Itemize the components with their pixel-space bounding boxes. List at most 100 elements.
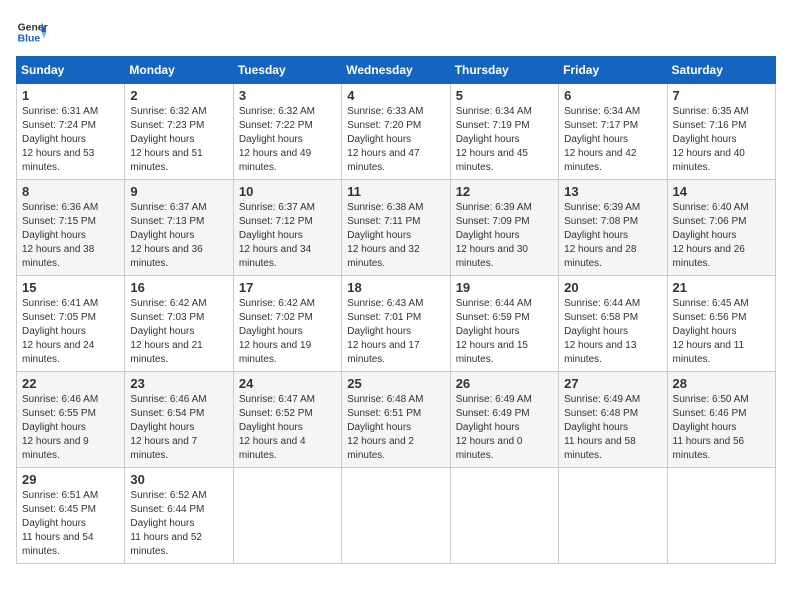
calendar-cell: 11 Sunrise: 6:38 AM Sunset: 7:11 PM Dayl… (342, 180, 450, 276)
calendar-cell: 2 Sunrise: 6:32 AM Sunset: 7:23 PM Dayli… (125, 84, 233, 180)
day-number: 28 (673, 376, 770, 391)
calendar-cell (342, 468, 450, 564)
day-info: Sunrise: 6:45 AM Sunset: 6:56 PM Dayligh… (673, 297, 770, 367)
day-info: Sunrise: 6:37 AM Sunset: 7:12 PM Dayligh… (239, 201, 336, 271)
day-info: Sunrise: 6:49 AM Sunset: 6:49 PM Dayligh… (456, 393, 553, 463)
calendar-cell (233, 468, 341, 564)
day-info: Sunrise: 6:43 AM Sunset: 7:01 PM Dayligh… (347, 297, 444, 367)
day-info: Sunrise: 6:35 AM Sunset: 7:16 PM Dayligh… (673, 105, 770, 175)
calendar-cell (450, 468, 558, 564)
calendar-week-1: 1 Sunrise: 6:31 AM Sunset: 7:24 PM Dayli… (17, 84, 776, 180)
day-number: 3 (239, 88, 336, 103)
day-info: Sunrise: 6:39 AM Sunset: 7:09 PM Dayligh… (456, 201, 553, 271)
day-info: Sunrise: 6:33 AM Sunset: 7:20 PM Dayligh… (347, 105, 444, 175)
calendar-cell: 3 Sunrise: 6:32 AM Sunset: 7:22 PM Dayli… (233, 84, 341, 180)
calendar-cell: 28 Sunrise: 6:50 AM Sunset: 6:46 PM Dayl… (667, 372, 775, 468)
header-saturday: Saturday (667, 57, 775, 84)
day-number: 14 (673, 184, 770, 199)
calendar-cell: 14 Sunrise: 6:40 AM Sunset: 7:06 PM Dayl… (667, 180, 775, 276)
calendar-cell: 15 Sunrise: 6:41 AM Sunset: 7:05 PM Dayl… (17, 276, 125, 372)
day-number: 25 (347, 376, 444, 391)
calendar-cell: 30 Sunrise: 6:52 AM Sunset: 6:44 PM Dayl… (125, 468, 233, 564)
day-info: Sunrise: 6:52 AM Sunset: 6:44 PM Dayligh… (130, 489, 227, 559)
day-number: 12 (456, 184, 553, 199)
calendar-cell: 10 Sunrise: 6:37 AM Sunset: 7:12 PM Dayl… (233, 180, 341, 276)
calendar-cell: 4 Sunrise: 6:33 AM Sunset: 7:20 PM Dayli… (342, 84, 450, 180)
day-number: 5 (456, 88, 553, 103)
day-number: 24 (239, 376, 336, 391)
calendar-cell: 13 Sunrise: 6:39 AM Sunset: 7:08 PM Dayl… (559, 180, 667, 276)
calendar-cell: 17 Sunrise: 6:42 AM Sunset: 7:02 PM Dayl… (233, 276, 341, 372)
header-monday: Monday (125, 57, 233, 84)
calendar-cell: 12 Sunrise: 6:39 AM Sunset: 7:09 PM Dayl… (450, 180, 558, 276)
header-thursday: Thursday (450, 57, 558, 84)
day-number: 11 (347, 184, 444, 199)
calendar-week-5: 29 Sunrise: 6:51 AM Sunset: 6:45 PM Dayl… (17, 468, 776, 564)
day-number: 21 (673, 280, 770, 295)
day-info: Sunrise: 6:46 AM Sunset: 6:54 PM Dayligh… (130, 393, 227, 463)
calendar-cell: 21 Sunrise: 6:45 AM Sunset: 6:56 PM Dayl… (667, 276, 775, 372)
day-info: Sunrise: 6:34 AM Sunset: 7:19 PM Dayligh… (456, 105, 553, 175)
day-number: 16 (130, 280, 227, 295)
day-number: 22 (22, 376, 119, 391)
calendar-cell: 26 Sunrise: 6:49 AM Sunset: 6:49 PM Dayl… (450, 372, 558, 468)
calendar-week-3: 15 Sunrise: 6:41 AM Sunset: 7:05 PM Dayl… (17, 276, 776, 372)
day-info: Sunrise: 6:39 AM Sunset: 7:08 PM Dayligh… (564, 201, 661, 271)
calendar-week-4: 22 Sunrise: 6:46 AM Sunset: 6:55 PM Dayl… (17, 372, 776, 468)
calendar-header-row: SundayMondayTuesdayWednesdayThursdayFrid… (17, 57, 776, 84)
calendar-table: SundayMondayTuesdayWednesdayThursdayFrid… (16, 56, 776, 564)
day-number: 15 (22, 280, 119, 295)
calendar-cell: 7 Sunrise: 6:35 AM Sunset: 7:16 PM Dayli… (667, 84, 775, 180)
calendar-cell: 27 Sunrise: 6:49 AM Sunset: 6:48 PM Dayl… (559, 372, 667, 468)
calendar-cell: 5 Sunrise: 6:34 AM Sunset: 7:19 PM Dayli… (450, 84, 558, 180)
day-info: Sunrise: 6:51 AM Sunset: 6:45 PM Dayligh… (22, 489, 119, 559)
day-info: Sunrise: 6:44 AM Sunset: 6:58 PM Dayligh… (564, 297, 661, 367)
calendar-cell (667, 468, 775, 564)
day-number: 18 (347, 280, 444, 295)
day-info: Sunrise: 6:36 AM Sunset: 7:15 PM Dayligh… (22, 201, 119, 271)
page-header: General Blue (16, 16, 776, 48)
day-info: Sunrise: 6:31 AM Sunset: 7:24 PM Dayligh… (22, 105, 119, 175)
day-number: 7 (673, 88, 770, 103)
day-number: 1 (22, 88, 119, 103)
day-info: Sunrise: 6:41 AM Sunset: 7:05 PM Dayligh… (22, 297, 119, 367)
day-number: 19 (456, 280, 553, 295)
day-number: 6 (564, 88, 661, 103)
day-info: Sunrise: 6:48 AM Sunset: 6:51 PM Dayligh… (347, 393, 444, 463)
day-number: 9 (130, 184, 227, 199)
header-wednesday: Wednesday (342, 57, 450, 84)
calendar-cell: 8 Sunrise: 6:36 AM Sunset: 7:15 PM Dayli… (17, 180, 125, 276)
day-number: 4 (347, 88, 444, 103)
calendar-cell: 20 Sunrise: 6:44 AM Sunset: 6:58 PM Dayl… (559, 276, 667, 372)
calendar-cell: 1 Sunrise: 6:31 AM Sunset: 7:24 PM Dayli… (17, 84, 125, 180)
day-info: Sunrise: 6:38 AM Sunset: 7:11 PM Dayligh… (347, 201, 444, 271)
calendar-cell: 25 Sunrise: 6:48 AM Sunset: 6:51 PM Dayl… (342, 372, 450, 468)
day-info: Sunrise: 6:42 AM Sunset: 7:02 PM Dayligh… (239, 297, 336, 367)
day-number: 30 (130, 472, 227, 487)
logo-icon: General Blue (16, 16, 48, 48)
calendar-cell (559, 468, 667, 564)
calendar-cell: 29 Sunrise: 6:51 AM Sunset: 6:45 PM Dayl… (17, 468, 125, 564)
day-info: Sunrise: 6:34 AM Sunset: 7:17 PM Dayligh… (564, 105, 661, 175)
calendar-cell: 23 Sunrise: 6:46 AM Sunset: 6:54 PM Dayl… (125, 372, 233, 468)
day-info: Sunrise: 6:42 AM Sunset: 7:03 PM Dayligh… (130, 297, 227, 367)
day-number: 8 (22, 184, 119, 199)
day-info: Sunrise: 6:32 AM Sunset: 7:22 PM Dayligh… (239, 105, 336, 175)
calendar-cell: 16 Sunrise: 6:42 AM Sunset: 7:03 PM Dayl… (125, 276, 233, 372)
header-sunday: Sunday (17, 57, 125, 84)
header-friday: Friday (559, 57, 667, 84)
day-info: Sunrise: 6:46 AM Sunset: 6:55 PM Dayligh… (22, 393, 119, 463)
day-number: 23 (130, 376, 227, 391)
logo: General Blue (16, 16, 48, 48)
day-info: Sunrise: 6:47 AM Sunset: 6:52 PM Dayligh… (239, 393, 336, 463)
day-number: 29 (22, 472, 119, 487)
calendar-week-2: 8 Sunrise: 6:36 AM Sunset: 7:15 PM Dayli… (17, 180, 776, 276)
day-number: 2 (130, 88, 227, 103)
day-info: Sunrise: 6:37 AM Sunset: 7:13 PM Dayligh… (130, 201, 227, 271)
calendar-cell: 22 Sunrise: 6:46 AM Sunset: 6:55 PM Dayl… (17, 372, 125, 468)
day-number: 10 (239, 184, 336, 199)
calendar-cell: 18 Sunrise: 6:43 AM Sunset: 7:01 PM Dayl… (342, 276, 450, 372)
day-info: Sunrise: 6:49 AM Sunset: 6:48 PM Dayligh… (564, 393, 661, 463)
day-info: Sunrise: 6:50 AM Sunset: 6:46 PM Dayligh… (673, 393, 770, 463)
day-number: 17 (239, 280, 336, 295)
